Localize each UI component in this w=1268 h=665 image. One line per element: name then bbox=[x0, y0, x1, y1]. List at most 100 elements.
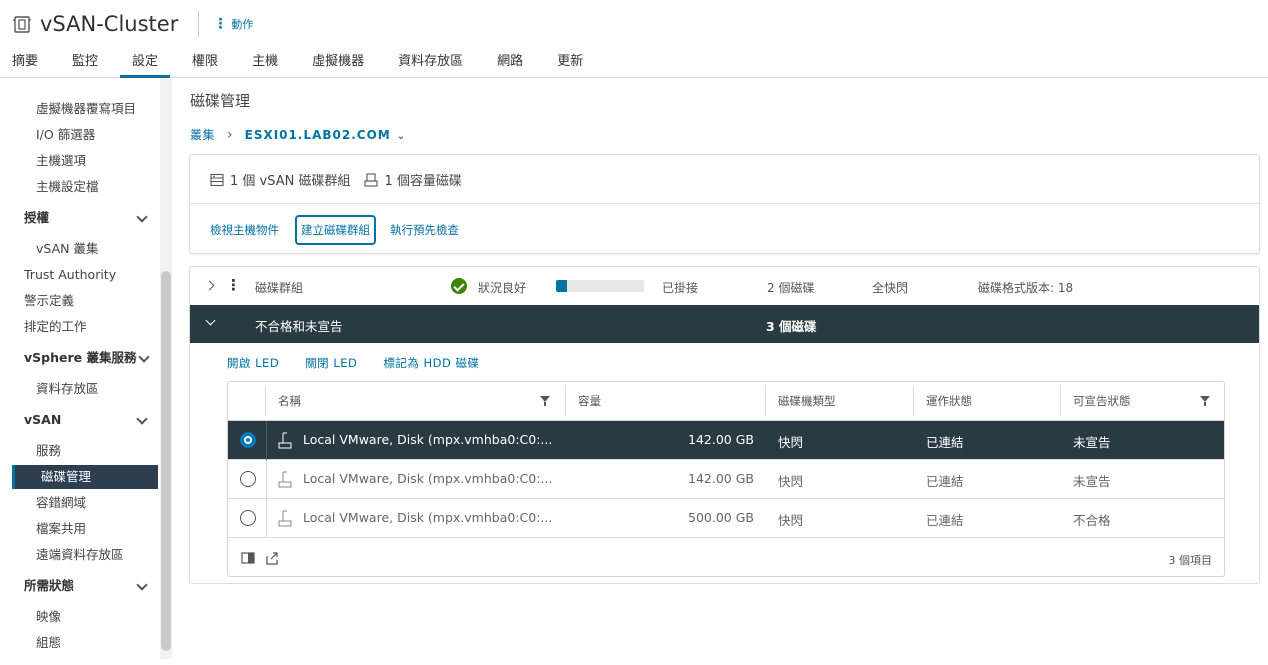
chevron-down-icon bbox=[136, 211, 148, 223]
disk-claim-state: 未宣告 bbox=[1073, 474, 1111, 489]
disk-count: 2 個磁碟 bbox=[767, 281, 815, 295]
sidebar-item-host-options[interactable]: 主機選項 bbox=[0, 149, 158, 173]
sidebar-item-scheduled-tasks[interactable]: 排定的工作 bbox=[0, 315, 158, 339]
sidebar-item-vsan-cluster[interactable]: vSAN 叢集 bbox=[0, 237, 158, 261]
view-host-objects-button[interactable]: 檢視主機物件 bbox=[210, 216, 279, 244]
create-disk-group-button[interactable]: 建立磁碟群組 bbox=[295, 215, 376, 245]
tab-datastores[interactable]: 資料存放區 bbox=[386, 48, 475, 78]
disk-format-version: 磁碟格式版本: 18 bbox=[978, 281, 1074, 295]
sidebar-item-fault-domains[interactable]: 容錯網域 bbox=[0, 491, 158, 515]
sidebar-item-alarm-definitions[interactable]: 警示定義 bbox=[0, 289, 158, 313]
summary-row: 1 個 vSAN 磁碟群組 1 個容量磁碟 bbox=[210, 170, 462, 189]
disk-icon bbox=[278, 432, 292, 449]
chevron-right-icon: › bbox=[227, 126, 233, 143]
capacity-disk-count: 1 個容量磁碟 bbox=[384, 174, 462, 189]
sidebar-group-label: 所需狀態 bbox=[24, 578, 75, 593]
sidebar-item-file-shares[interactable]: 檔案共用 bbox=[0, 517, 158, 541]
disk-name: Local VMware, Disk (mpx.vmhba0:C0:... bbox=[303, 432, 553, 447]
table-row[interactable]: Local VMware, Disk (mpx.vmhba0:C0:... 50… bbox=[228, 499, 1224, 538]
sidebar-group-desired-state[interactable]: 所需狀態 bbox=[0, 574, 158, 598]
health-ok-icon bbox=[451, 278, 467, 294]
sidebar-scrollbar-thumb[interactable] bbox=[161, 271, 171, 651]
tab-summary[interactable]: 摘要 bbox=[0, 48, 50, 78]
sidebar-item-disk-management[interactable]: 磁碟管理 bbox=[12, 465, 158, 489]
column-toggle-icon[interactable] bbox=[241, 551, 255, 565]
disk-capacity: 500.00 GB bbox=[688, 510, 754, 525]
sidebar-item-host-profile[interactable]: 主機設定檔 bbox=[0, 175, 158, 199]
vertical-dots-icon: ⋮ bbox=[213, 16, 228, 32]
turn-on-led-button[interactable]: 開啟 LED bbox=[227, 355, 279, 371]
disk-op-state: 已連結 bbox=[926, 435, 964, 450]
ineligible-disks-row[interactable]: 不合格和未宣告 3 個磁碟 bbox=[190, 305, 1259, 343]
sidebar-item-io-filters[interactable]: I/O 篩選器 bbox=[0, 123, 158, 147]
column-header-claim-state[interactable]: 可宣告狀態 bbox=[1073, 382, 1131, 421]
main-content: 磁碟管理 叢集 › ESXI01.LAB02.COM ⌄ 1 個 vSAN 磁碟群… bbox=[188, 79, 1260, 665]
disk-datagrid: 名稱 容量 磁碟機類型 運作狀態 可宣告狀態 Local VMware, Dis… bbox=[227, 381, 1225, 577]
chevron-down-icon bbox=[136, 413, 148, 425]
breadcrumb-cluster-link[interactable]: 叢集 bbox=[190, 126, 215, 143]
chevron-down-icon[interactable] bbox=[205, 315, 216, 326]
sidebar-item-remote-datastores[interactable]: 遠端資料存放區 bbox=[0, 543, 158, 567]
actions-menu-button[interactable]: ⋮ 動作 bbox=[213, 16, 253, 32]
row-divider bbox=[266, 460, 267, 499]
disk-capacity: 142.00 GB bbox=[688, 432, 754, 447]
column-separator bbox=[265, 386, 266, 416]
disk-icon bbox=[278, 471, 292, 488]
sidebar-item-image[interactable]: 映像 bbox=[0, 605, 158, 629]
column-header-name[interactable]: 名稱 bbox=[278, 382, 301, 421]
filter-icon[interactable] bbox=[540, 396, 550, 406]
export-icon[interactable] bbox=[265, 551, 279, 565]
sidebar-item-datastores[interactable]: 資料存放區 bbox=[0, 377, 158, 401]
table-row[interactable]: Local VMware, Disk (mpx.vmhba0:C0:... 14… bbox=[228, 421, 1224, 460]
row-divider bbox=[266, 421, 267, 460]
filter-icon[interactable] bbox=[1200, 396, 1210, 406]
column-separator[interactable] bbox=[913, 386, 914, 416]
column-separator[interactable] bbox=[765, 386, 766, 416]
sidebar-item-services[interactable]: 服務 bbox=[0, 439, 158, 463]
column-separator[interactable] bbox=[565, 386, 566, 416]
card-actions: 檢視主機物件 建立磁碟群組 執行預先檢查 bbox=[210, 215, 473, 245]
row-radio[interactable] bbox=[240, 471, 256, 487]
sidebar-group-vsphere-cluster-services[interactable]: vSphere 叢集服務 bbox=[0, 346, 158, 370]
row-radio[interactable] bbox=[240, 510, 256, 526]
title-row: vSAN-Cluster ⋮ 動作 bbox=[12, 8, 253, 40]
table-row[interactable]: Local VMware, Disk (mpx.vmhba0:C0:... 14… bbox=[228, 460, 1224, 499]
ineligible-count: 3 個磁碟 bbox=[766, 319, 817, 334]
tab-networks[interactable]: 網路 bbox=[485, 48, 535, 78]
usage-progress-bar bbox=[556, 280, 644, 292]
sidebar-group-licensing[interactable]: 授權 bbox=[0, 206, 158, 230]
row-radio[interactable] bbox=[240, 432, 256, 448]
actions-label: 動作 bbox=[231, 18, 254, 31]
column-header-drive-type[interactable]: 磁碟機類型 bbox=[778, 382, 836, 421]
tab-vms[interactable]: 虛擬機器 bbox=[300, 48, 376, 78]
mark-as-hdd-button[interactable]: 標記為 HDD 磁碟 bbox=[383, 355, 479, 371]
chevron-right-icon[interactable] bbox=[204, 280, 215, 291]
tab-updates[interactable]: 更新 bbox=[545, 48, 595, 78]
disk-op-state: 已連結 bbox=[926, 513, 964, 528]
tab-monitor[interactable]: 監控 bbox=[60, 48, 110, 78]
disk-drive-type: 快閃 bbox=[778, 474, 804, 489]
column-separator[interactable] bbox=[1060, 386, 1061, 416]
chevron-down-icon: ⌄ bbox=[396, 130, 407, 142]
sidebar-group-label: vSAN bbox=[24, 412, 62, 427]
led-actions: 開啟 LED 關閉 LED 標記為 HDD 磁碟 bbox=[227, 355, 506, 371]
item-count: 3 個項目 bbox=[1168, 554, 1213, 567]
disk-group-row[interactable]: ⋮ 磁碟群組 狀況良好 已掛接 2 個磁碟 全快閃 磁碟格式版本: 18 bbox=[190, 267, 1259, 305]
tab-permissions[interactable]: 權限 bbox=[180, 48, 230, 78]
tab-configure[interactable]: 設定 bbox=[120, 48, 171, 78]
sidebar-item-configuration[interactable]: 組態 bbox=[0, 631, 158, 655]
disk-groups-panel: ⋮ 磁碟群組 狀況良好 已掛接 2 個磁碟 全快閃 磁碟格式版本: 18 不合格… bbox=[189, 266, 1260, 584]
run-precheck-button[interactable]: 執行預先檢查 bbox=[390, 216, 459, 244]
host-selector-dropdown[interactable]: ESXI01.LAB02.COM ⌄ bbox=[245, 128, 407, 142]
column-header-capacity[interactable]: 容量 bbox=[578, 382, 601, 421]
tab-hosts[interactable]: 主機 bbox=[240, 48, 290, 78]
page-title: 磁碟管理 bbox=[190, 92, 251, 110]
vertical-dots-icon[interactable]: ⋮ bbox=[226, 276, 241, 294]
sidebar-group-vsan[interactable]: vSAN bbox=[0, 408, 158, 432]
row-divider bbox=[266, 499, 267, 538]
host-name: ESXI01.LAB02.COM bbox=[244, 127, 391, 142]
sidebar-item-vm-overrides[interactable]: 虛擬機器覆寫項目 bbox=[0, 97, 158, 121]
sidebar-item-trust-authority[interactable]: Trust Authority bbox=[0, 263, 158, 287]
turn-off-led-button[interactable]: 關閉 LED bbox=[305, 355, 357, 371]
column-header-operational-state[interactable]: 運作狀態 bbox=[926, 382, 972, 421]
